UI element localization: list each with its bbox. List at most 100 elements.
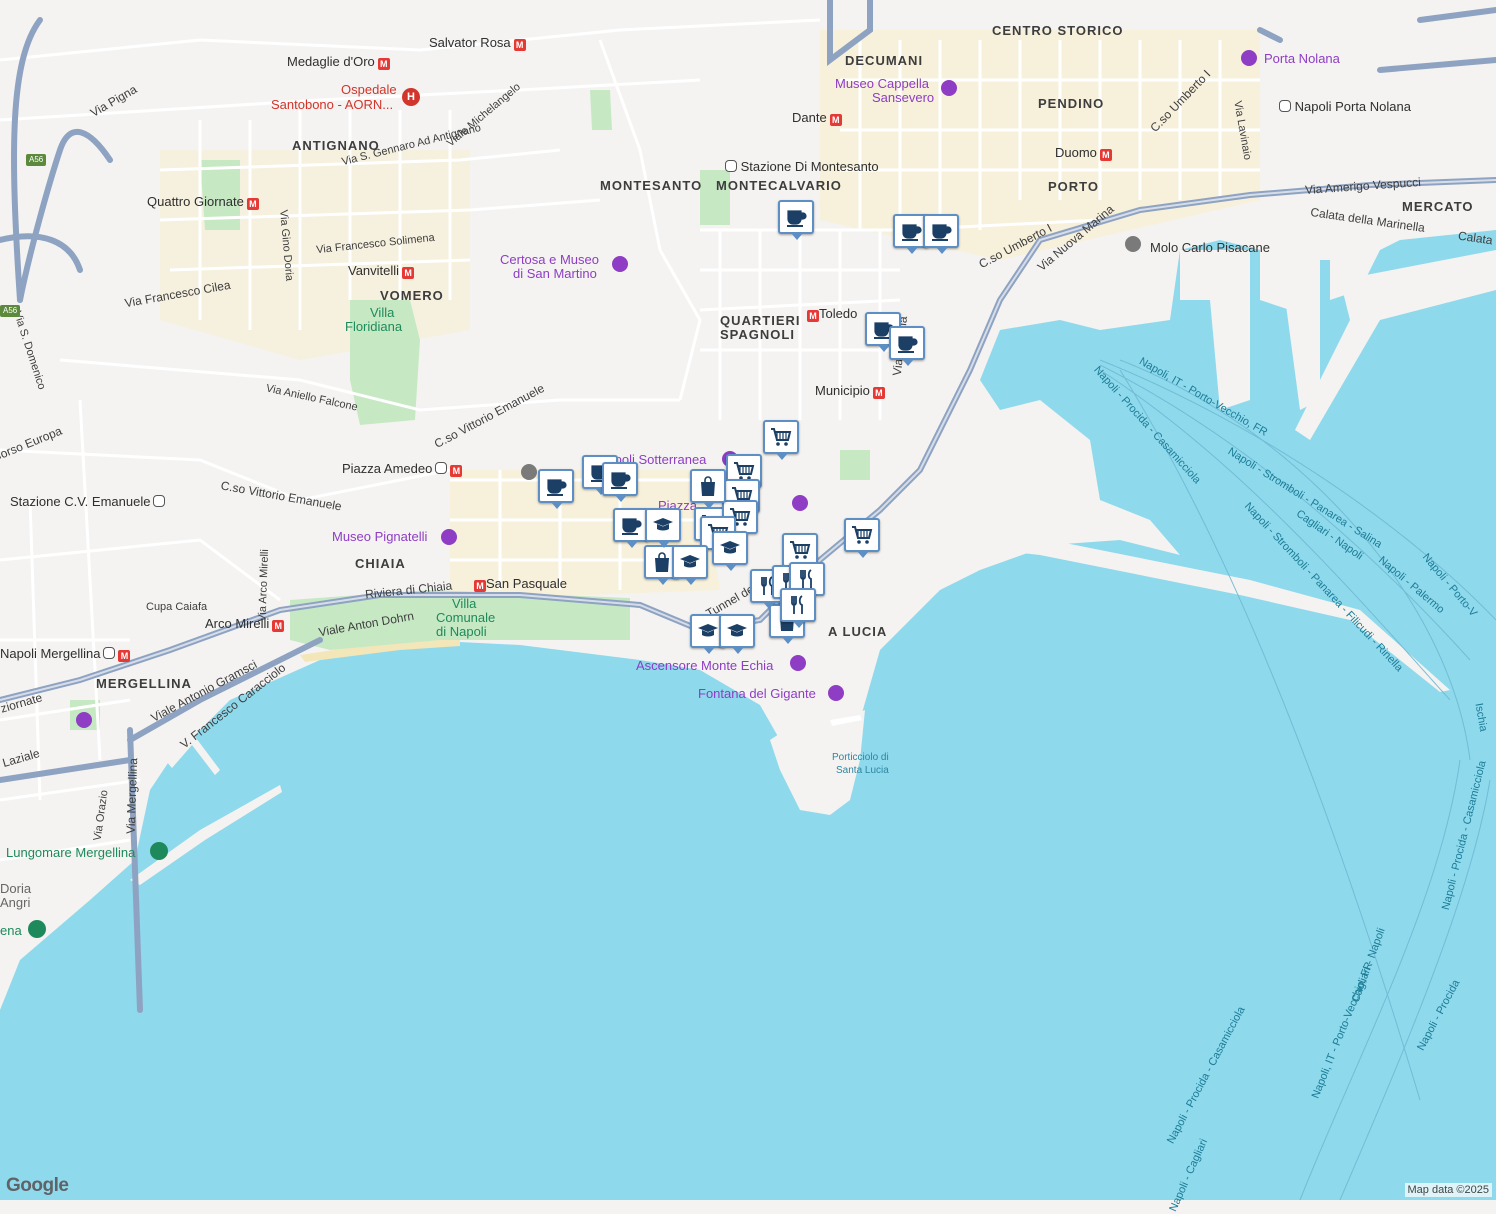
- park-icon: [28, 920, 46, 938]
- area-quartieri: QUARTIERI: [720, 313, 801, 328]
- station-quattro-giornate[interactable]: Quattro Giornate M: [147, 195, 259, 210]
- station-porta-nolana[interactable]: Napoli Porta Nolana: [1276, 100, 1411, 113]
- poi-porta-nolana[interactable]: Porta Nolana: [1264, 52, 1340, 65]
- school-marker[interactable]: [672, 545, 708, 585]
- poi-porticciolo: Porticciolo di: [832, 752, 889, 763]
- train-icon: [153, 495, 166, 507]
- station-piazza-amedeo[interactable]: Piazza Amedeo M: [342, 462, 463, 477]
- cafe-marker[interactable]: [538, 469, 574, 509]
- google-logo: Google: [6, 1175, 69, 1196]
- poi-doria[interactable]: Doria: [0, 882, 31, 895]
- station-medaglie[interactable]: Medaglie d'Oro M: [287, 55, 390, 70]
- poi-villa-comunale[interactable]: Villa: [452, 597, 476, 610]
- monument-icon: [828, 685, 844, 701]
- street-cupa-caiafa: Cupa Caiafa: [146, 601, 208, 613]
- area-montecalvario: MONTECALVARIO: [716, 178, 842, 193]
- camera-icon: [76, 712, 92, 728]
- poi-molo[interactable]: Molo Carlo Pisacane: [1150, 241, 1270, 254]
- hospital-icon: H: [402, 88, 420, 106]
- station-san-pasquale[interactable]: M San Pasquale: [471, 577, 567, 592]
- poi-museo-sansevero-2[interactable]: Sansevero: [872, 91, 934, 104]
- metro-icon: M: [272, 620, 285, 632]
- street-mergellina: Via Mergellina: [123, 757, 141, 835]
- museum-icon: [612, 256, 628, 272]
- station-toledo[interactable]: M Toledo: [804, 307, 857, 322]
- area-mercato: MERCATO: [1402, 199, 1474, 214]
- metro-icon: M: [474, 580, 486, 592]
- camera-icon: [790, 655, 806, 671]
- poi-museo-sansevero[interactable]: Museo Cappella: [835, 77, 929, 90]
- station-salvator-rosa[interactable]: Salvator Rosa M: [429, 36, 526, 51]
- poi-certosa-2[interactable]: di San Martino: [513, 267, 597, 280]
- metro-icon: M: [807, 310, 819, 322]
- poi-villa-comunale-2[interactable]: Comunale: [436, 611, 495, 624]
- poi-villa-floridiana-2[interactable]: Floridiana: [345, 320, 402, 333]
- area-spagnoli: SPAGNOLI: [720, 327, 795, 342]
- metro-icon: M: [402, 267, 415, 279]
- train-icon: [435, 462, 448, 474]
- cafe-marker[interactable]: [889, 326, 925, 366]
- station-cv-emanuele[interactable]: Stazione C.V. Emanuele: [10, 495, 166, 508]
- poi-lungomare[interactable]: Lungomare Mergellina: [6, 846, 135, 859]
- area-santa-lucia: A LUCIA: [828, 624, 888, 639]
- station-municipio[interactable]: Municipio M: [815, 384, 885, 399]
- station-napoli-mergellina[interactable]: Napoli Mergellina M: [0, 647, 131, 662]
- metro-icon: M: [450, 465, 463, 477]
- poi-villa-floridiana[interactable]: Villa: [370, 306, 394, 319]
- poi-museo-pignatelli[interactable]: Museo Pignatelli: [332, 530, 427, 543]
- poi-ospedale[interactable]: Ospedale: [341, 83, 397, 96]
- area-chiaia: CHIAIA: [355, 556, 406, 571]
- map-attribution[interactable]: Map data ©2025: [1404, 1183, 1492, 1197]
- museum-icon: [941, 80, 957, 96]
- museum-icon: [441, 529, 457, 545]
- shop-marker[interactable]: [763, 420, 799, 460]
- highway-shield: A56: [0, 305, 21, 317]
- cafe-marker[interactable]: [923, 214, 959, 254]
- poi-doria-2[interactable]: Angri: [0, 896, 30, 909]
- station-dante[interactable]: Dante M: [792, 111, 842, 126]
- station-montesanto[interactable]: Stazione Di Montesanto: [722, 160, 879, 173]
- metro-icon: M: [872, 387, 885, 399]
- station-arco-mirelli[interactable]: Arco Mirelli M: [205, 617, 285, 632]
- metro-icon: M: [246, 198, 259, 210]
- cafe-icon: [611, 472, 631, 489]
- area-mergellina: MERGELLINA: [96, 676, 192, 691]
- school-icon: [698, 624, 718, 637]
- area-centro-storico: CENTRO STORICO: [992, 23, 1124, 38]
- train-icon: [103, 647, 116, 659]
- poi-ascensore[interactable]: Ascensore Monte Echia: [636, 659, 773, 672]
- poi-porticciolo-2: Santa Lucia: [836, 765, 889, 776]
- school-marker[interactable]: [719, 614, 755, 654]
- museum-icon: [1125, 236, 1141, 252]
- bag-marker[interactable]: [690, 469, 726, 509]
- poi-ena[interactable]: ena: [0, 924, 22, 937]
- station-vanvitelli[interactable]: Vanvitelli M: [348, 264, 415, 279]
- school-marker[interactable]: [645, 508, 681, 548]
- cafe-icon: [932, 224, 952, 241]
- cafe-marker[interactable]: [613, 508, 649, 548]
- cafe-marker[interactable]: [778, 200, 814, 240]
- area-pendino: PENDINO: [1038, 96, 1105, 111]
- poi-villa-comunale-3[interactable]: di Napoli: [436, 625, 487, 638]
- poi-certosa[interactable]: Certosa e Museo: [500, 253, 599, 266]
- cafe-icon: [898, 336, 918, 353]
- school-marker[interactable]: [712, 531, 748, 571]
- museum-icon: [792, 495, 808, 511]
- cafe-icon: [547, 479, 567, 496]
- food-marker[interactable]: [780, 588, 816, 628]
- poi-ospedale-name[interactable]: Santobono - AORN...: [271, 98, 393, 111]
- area-vomero: VOMERO: [380, 288, 444, 303]
- train-icon: [1279, 100, 1291, 112]
- area-decumani: DECUMANI: [845, 53, 924, 68]
- cafe-icon: [622, 518, 642, 535]
- shop-marker[interactable]: [844, 518, 880, 558]
- museum-icon: [521, 464, 537, 480]
- station-duomo[interactable]: Duomo M: [1055, 146, 1112, 161]
- shop-icon: [771, 428, 792, 446]
- cafe-icon: [902, 224, 922, 241]
- poi-fontana[interactable]: Fontana del Gigante: [698, 687, 816, 700]
- cafe-marker[interactable]: [602, 462, 638, 502]
- highway-shield: A56: [26, 154, 47, 166]
- metro-icon: M: [513, 39, 526, 51]
- area-porto: PORTO: [1048, 179, 1099, 194]
